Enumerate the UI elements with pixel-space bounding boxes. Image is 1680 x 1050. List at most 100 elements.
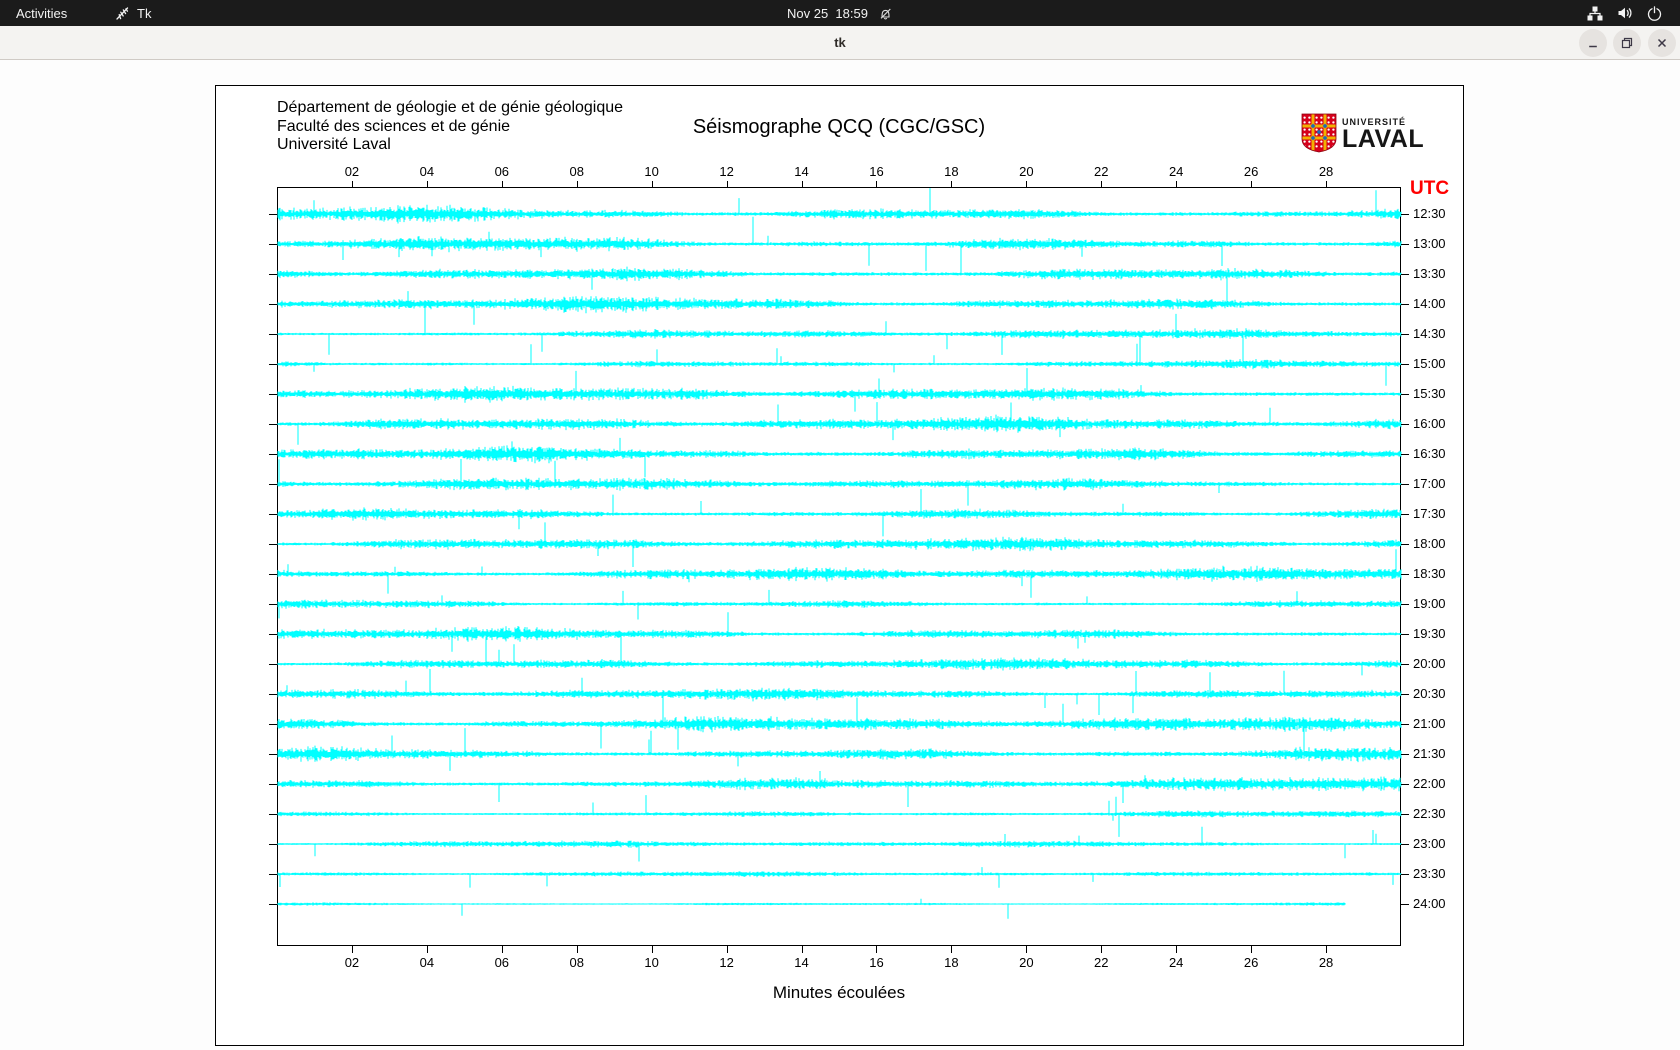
utc-time-label: 24:00 (1413, 896, 1446, 912)
activities-label: Activities (16, 6, 67, 21)
x-axis-tick-bottom (951, 946, 952, 953)
x-axis-tick-label-top: 28 (1308, 164, 1344, 179)
minimize-button[interactable] (1579, 29, 1607, 57)
x-axis-tick-top (1251, 181, 1252, 187)
trace-left-tick (269, 784, 277, 785)
trace-path (278, 245, 1401, 304)
x-axis-tick-label-top: 06 (484, 164, 520, 179)
close-icon (1655, 36, 1669, 50)
top-bar: Activities Tk Nov 25 18:59 (0, 0, 1680, 26)
x-axis-tick-top (1101, 181, 1102, 187)
trace-left-tick (269, 814, 277, 815)
trace-right-tick (1401, 814, 1409, 815)
trace-right-tick (1401, 274, 1409, 275)
x-axis-tick-bottom (727, 946, 728, 953)
trace-right-tick (1401, 334, 1409, 335)
trace-left-tick (269, 304, 277, 305)
activities-button[interactable]: Activities (16, 0, 67, 26)
x-axis-tick-label-top: 16 (858, 164, 894, 179)
trace-left-tick (269, 874, 277, 875)
trace-right-tick (1401, 574, 1409, 575)
trace-left-tick (269, 904, 277, 905)
x-axis-tick-bottom (1101, 946, 1102, 953)
utc-time-label: 19:30 (1413, 626, 1446, 642)
trace-right-tick (1401, 454, 1409, 455)
x-axis-tick-label-top: 12 (709, 164, 745, 179)
trace-right-tick (1401, 544, 1409, 545)
x-axis-tick-bottom (652, 946, 653, 953)
system-menu[interactable] (1587, 0, 1662, 26)
x-axis-tick-label-bottom: 20 (1008, 955, 1044, 970)
clock-label: Nov 25 18:59 (787, 6, 868, 21)
utc-time-label: 16:00 (1413, 416, 1446, 432)
trace-path (278, 344, 1401, 386)
x-axis-tick-label-bottom: 24 (1158, 955, 1194, 970)
window-content: Département de géologie et de génie géol… (0, 60, 1680, 1050)
x-axis-tick-bottom (427, 946, 428, 953)
x-axis-tick-bottom (1251, 946, 1252, 953)
trace-path (278, 771, 1401, 807)
trace-left-tick (269, 844, 277, 845)
app-indicator[interactable]: Tk (114, 0, 151, 26)
trace-right-tick (1401, 304, 1409, 305)
close-button[interactable] (1648, 29, 1676, 57)
x-axis-tick-label-top: 22 (1083, 164, 1119, 179)
seismograph-canvas: Département de géologie et de génie géol… (215, 85, 1464, 1046)
utc-time-label: 20:00 (1413, 656, 1446, 672)
x-axis-tick-top (727, 181, 728, 187)
trace-path (278, 867, 1401, 888)
clock-menu[interactable]: Nov 25 18:59 (787, 0, 893, 26)
trace-path (278, 438, 1401, 477)
trace-left-tick (269, 634, 277, 635)
utc-time-label: 22:30 (1413, 806, 1446, 822)
trace-right-tick (1401, 394, 1409, 395)
restore-button[interactable] (1613, 29, 1641, 57)
trace-path (278, 489, 1401, 536)
x-axis-tick-label-top: 04 (409, 164, 445, 179)
x-axis-tick-top (502, 181, 503, 187)
trace-left-tick (269, 514, 277, 515)
x-axis-tick-label-top: 24 (1158, 164, 1194, 179)
trace-path (278, 459, 1401, 506)
trace-path (278, 669, 1401, 720)
x-axis-tick-bottom (352, 946, 353, 953)
trace-left-tick (269, 694, 277, 695)
x-axis-tick-label-bottom: 04 (409, 955, 445, 970)
trace-left-tick (269, 274, 277, 275)
window-title: tk (0, 26, 1680, 59)
x-axis-tick-top (802, 181, 803, 187)
trace-right-tick (1401, 904, 1409, 905)
tk-feather-icon (114, 5, 131, 22)
trace-left-tick (269, 724, 277, 725)
trace-path (278, 899, 1345, 919)
trace-right-tick (1401, 484, 1409, 485)
utc-time-label: 14:30 (1413, 326, 1446, 342)
trace-path (278, 637, 1401, 676)
x-axis-tick-top (652, 181, 653, 187)
trace-path (278, 549, 1401, 598)
x-axis-tick-top (876, 181, 877, 187)
trace-right-tick (1401, 364, 1409, 365)
trace-right-tick (1401, 844, 1409, 845)
utc-time-label: 20:30 (1413, 686, 1446, 702)
trace-path (278, 307, 1401, 366)
x-axis-tick-label-top: 26 (1233, 164, 1269, 179)
restore-icon (1620, 36, 1634, 50)
x-axis-tick-label-top: 02 (334, 164, 370, 179)
trace-left-tick (269, 664, 277, 665)
x-axis-tick-label-bottom: 08 (559, 955, 595, 970)
utc-time-label: 21:30 (1413, 746, 1446, 762)
x-axis-tick-label-bottom: 26 (1233, 955, 1269, 970)
trace-path (278, 402, 1401, 445)
x-axis-tick-bottom (1176, 946, 1177, 953)
utc-axis-label: UTC (1410, 178, 1449, 200)
utc-time-label: 18:00 (1413, 536, 1446, 552)
trace-path (278, 522, 1401, 567)
trace-left-tick (269, 544, 277, 545)
utc-time-label: 17:00 (1413, 476, 1446, 492)
x-axis-tick-top (1026, 181, 1027, 187)
x-axis-tick-label-top: 08 (559, 164, 595, 179)
utc-time-label: 19:00 (1413, 596, 1446, 612)
wired-network-icon (1587, 6, 1603, 21)
utc-time-label: 13:00 (1413, 236, 1446, 252)
